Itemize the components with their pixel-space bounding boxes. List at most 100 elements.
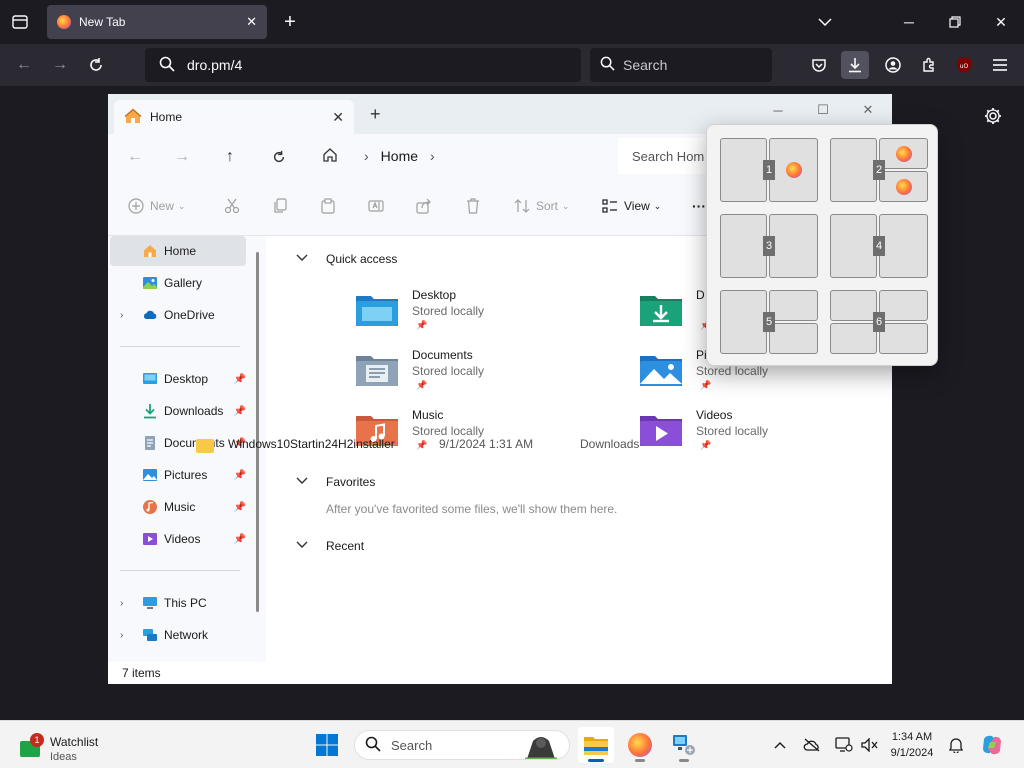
sidebar-item-desktop[interactable]: Desktop 📌	[110, 364, 246, 394]
snap-zone[interactable]	[830, 290, 877, 321]
back-arrow-icon[interactable]: ←	[124, 146, 146, 168]
downloads-button-icon[interactable]	[841, 51, 869, 79]
widgets-button[interactable]: 1 Watchlist Ideas	[16, 727, 136, 763]
paste-button[interactable]	[320, 198, 336, 214]
snap-layout-3[interactable]: 3	[720, 214, 818, 278]
sidebar-item-videos[interactable]: Videos 📌	[110, 524, 246, 554]
sidebar-item-this-pc[interactable]: › This PC	[110, 588, 246, 618]
browser-search-bar[interactable]: Search	[590, 48, 772, 82]
explorer-tab-home[interactable]: Home ✕	[114, 100, 354, 134]
favorites-header[interactable]: Favorites	[296, 475, 375, 489]
view-button[interactable]: View ⌄	[602, 198, 661, 214]
notifications-bell-icon[interactable]	[946, 735, 966, 755]
snap-zone[interactable]	[720, 138, 767, 202]
taskbar-file-explorer[interactable]	[578, 727, 614, 763]
sidebar-item-pictures[interactable]: Pictures 📌	[110, 460, 246, 490]
snap-layout-6[interactable]: 6	[830, 290, 928, 354]
pocket-icon[interactable]	[805, 51, 833, 79]
sound-muted-icon[interactable]	[860, 735, 880, 755]
new-button[interactable]: New ⌄	[128, 198, 186, 214]
menu-hamburger-icon[interactable]	[986, 51, 1014, 79]
forward-arrow-icon[interactable]: →	[48, 53, 72, 77]
explorer-minimize-icon[interactable]: ─	[764, 98, 792, 122]
copilot-icon[interactable]	[980, 733, 1004, 757]
snap-layout-4[interactable]: 4	[830, 214, 928, 278]
sidebar-item-music[interactable]: Music 📌	[110, 492, 246, 522]
snap-zone[interactable]	[769, 290, 818, 321]
pin-icon[interactable]: 📌	[234, 470, 246, 481]
sidebar-item-downloads[interactable]: Downloads 📌	[110, 396, 246, 426]
explorer-search-input[interactable]: Search Hom	[618, 138, 718, 174]
recent-header[interactable]: Recent	[296, 539, 364, 553]
refresh-icon[interactable]	[268, 146, 290, 168]
chevron-down-icon[interactable]	[296, 476, 314, 488]
sidebar-item-gallery[interactable]: Gallery	[110, 268, 246, 298]
close-tab-icon[interactable]: ✕	[246, 14, 257, 30]
share-button[interactable]	[416, 198, 432, 214]
home-outline-icon[interactable]	[322, 147, 338, 166]
delete-button[interactable]	[465, 198, 481, 214]
reload-icon[interactable]	[84, 53, 108, 77]
snap-zone[interactable]	[720, 214, 767, 278]
extensions-icon[interactable]	[915, 51, 943, 79]
cut-button[interactable]	[224, 198, 240, 214]
snap-zone[interactable]	[830, 323, 877, 354]
snap-zone[interactable]	[769, 214, 818, 278]
chevron-right-icon[interactable]: ›	[120, 598, 123, 609]
breadcrumb[interactable]: › Home ›	[312, 138, 602, 174]
system-clock[interactable]: 1:34 AM 9/1/2024	[880, 729, 944, 761]
snap-zone[interactable]	[879, 171, 928, 202]
browser-tab[interactable]: New Tab ✕	[47, 5, 267, 39]
url-bar[interactable]: dro.pm/4	[145, 48, 581, 82]
pin-icon[interactable]: 📌	[234, 502, 246, 513]
settings-gear-icon[interactable]	[981, 104, 1005, 128]
snap-zone[interactable]	[769, 323, 818, 354]
taskbar-network-app[interactable]	[666, 727, 702, 763]
account-icon[interactable]	[879, 51, 907, 79]
sidebar-item-home[interactable]: Home	[110, 236, 246, 266]
sort-button[interactable]: Sort ⌄	[514, 198, 570, 214]
quick-access-item-desktop[interactable]: Desktop Stored locally 📌	[356, 288, 616, 340]
new-tab-button[interactable]: +	[278, 10, 302, 34]
up-arrow-icon[interactable]: ↑	[219, 146, 241, 168]
explorer-maximize-icon[interactable]: ☐	[809, 98, 837, 122]
taskbar-search-box[interactable]: Search	[354, 730, 570, 760]
snap-zone[interactable]	[830, 138, 877, 202]
list-all-tabs-icon[interactable]	[8, 10, 32, 34]
snap-layout-1[interactable]: 1	[720, 138, 818, 202]
remote-desktop-icon[interactable]	[834, 735, 854, 755]
chevron-right-icon[interactable]: ›	[120, 630, 123, 641]
onedrive-offline-icon[interactable]	[802, 735, 822, 755]
explorer-new-tab-button[interactable]: +	[370, 104, 381, 125]
chevron-down-icon[interactable]	[296, 253, 314, 265]
quick-access-header[interactable]: Quick access	[296, 252, 397, 266]
snap-zone[interactable]	[879, 214, 928, 278]
breadcrumb-home[interactable]: Home	[381, 148, 418, 164]
pin-icon[interactable]: 📌	[234, 534, 246, 545]
more-options-button[interactable]: ···	[692, 198, 706, 214]
close-window-icon[interactable]: ✕	[989, 10, 1013, 34]
snap-zone[interactable]	[879, 290, 928, 321]
chevron-down-icon[interactable]	[296, 540, 314, 552]
explorer-close-icon[interactable]: ✕	[854, 98, 882, 122]
sidebar-item-network[interactable]: › Network	[110, 620, 246, 650]
quick-access-item-documents[interactable]: Documents Stored locally 📌	[356, 348, 616, 400]
restore-icon[interactable]	[943, 10, 967, 34]
snap-zone[interactable]	[769, 138, 818, 202]
sidebar-item-onedrive[interactable]: › OneDrive	[110, 300, 246, 330]
close-tab-icon[interactable]: ✕	[332, 109, 344, 126]
copy-button[interactable]	[272, 198, 288, 214]
snap-zone[interactable]	[720, 290, 767, 354]
chevron-down-icon[interactable]	[813, 10, 837, 34]
snap-zone[interactable]	[879, 138, 928, 169]
chevron-up-icon[interactable]	[770, 735, 790, 755]
snap-layout-5[interactable]: 5	[720, 290, 818, 354]
ublock-origin-icon[interactable]: uO	[950, 51, 978, 79]
chevron-right-icon[interactable]: ›	[120, 310, 123, 321]
back-arrow-icon[interactable]: ←	[12, 53, 36, 77]
taskbar-firefox[interactable]	[622, 727, 658, 763]
pin-icon[interactable]: 📌	[234, 406, 246, 417]
snap-zone[interactable]	[830, 214, 877, 278]
table-row[interactable]: Windows10Startin24H2installer 9/1/2024 1…	[196, 437, 716, 457]
rename-button[interactable]	[368, 198, 384, 214]
